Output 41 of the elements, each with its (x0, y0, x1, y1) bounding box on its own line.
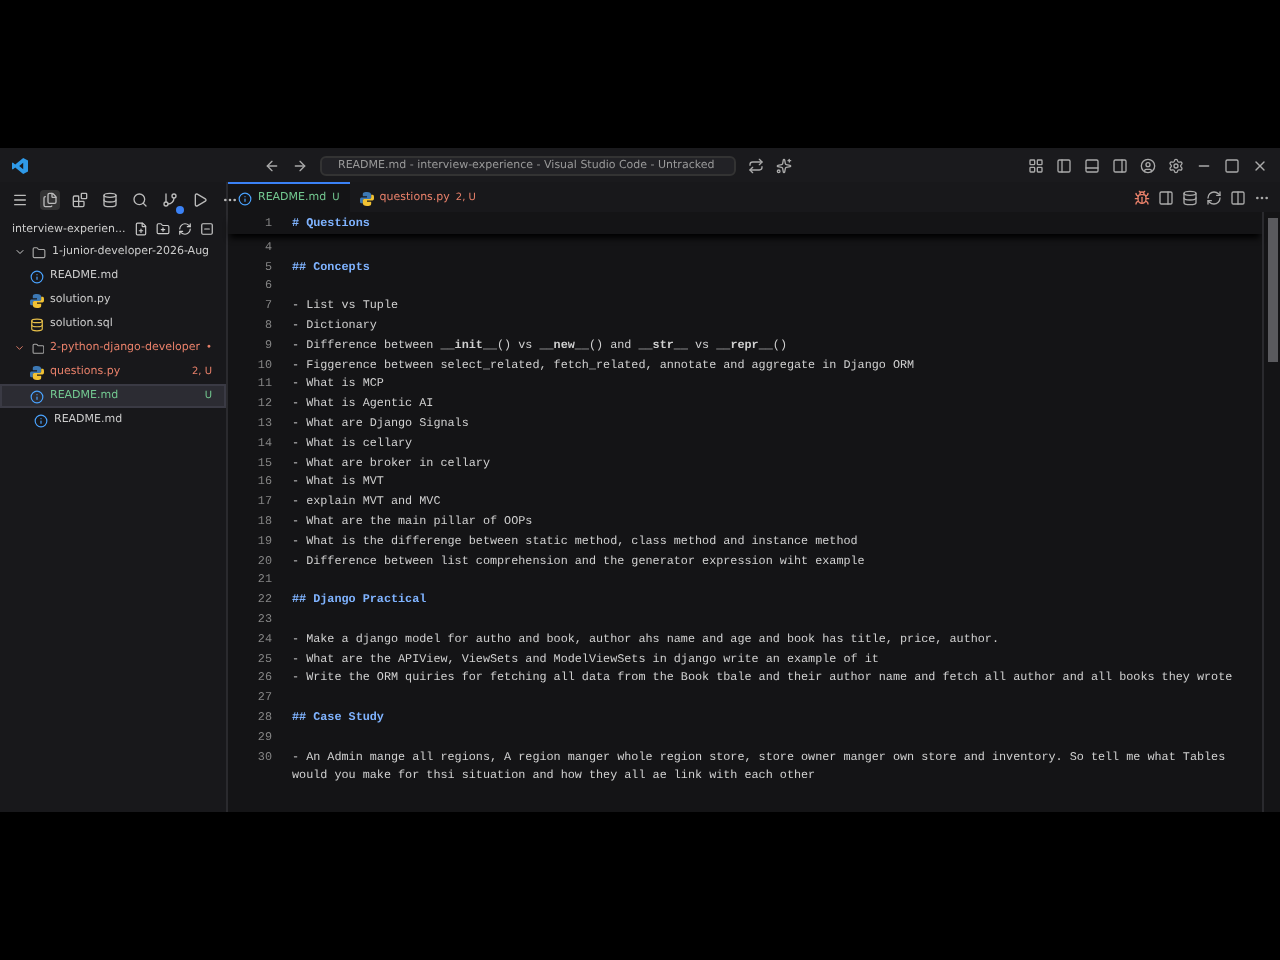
collapse-icon[interactable] (200, 222, 214, 236)
python-icon (30, 293, 44, 307)
forward-button[interactable] (292, 157, 308, 173)
split-editor-icon[interactable] (1230, 189, 1246, 205)
maximize-button[interactable] (1224, 157, 1240, 173)
info-icon (30, 389, 44, 403)
sparkle-icon[interactable] (776, 157, 792, 173)
refresh-icon[interactable] (1206, 189, 1222, 205)
database-icon[interactable] (1182, 189, 1198, 205)
python-icon (30, 365, 44, 379)
info-icon (30, 269, 44, 283)
toggle-panel-icon[interactable] (1084, 157, 1100, 173)
new-folder-icon[interactable] (156, 222, 170, 236)
close-button[interactable] (1252, 157, 1268, 173)
search-icon[interactable] (132, 192, 148, 208)
info-icon (34, 413, 48, 427)
scrollbar-thumb[interactable] (1267, 218, 1277, 362)
info-icon (238, 191, 252, 205)
extensions-icon[interactable] (72, 192, 88, 208)
database-icon[interactable] (102, 192, 118, 208)
editor-logo-icon (12, 157, 28, 173)
toggle-sidebar-icon[interactable] (1056, 157, 1072, 173)
source-control-icon[interactable] (162, 192, 178, 208)
menu-icon[interactable] (12, 192, 28, 208)
database-icon (30, 317, 44, 331)
open-preview-icon[interactable] (1158, 189, 1174, 205)
settings-icon[interactable] (1168, 157, 1184, 173)
notification-dot (176, 206, 184, 214)
folder-icon (32, 245, 46, 259)
python-icon (359, 191, 374, 205)
new-file-icon[interactable] (134, 222, 148, 236)
back-button[interactable] (264, 157, 280, 173)
folder-icon (31, 341, 44, 355)
refresh-icon[interactable] (178, 222, 192, 236)
run-icon[interactable] (192, 192, 208, 208)
account-icon[interactable] (1140, 157, 1156, 173)
layout-icon[interactable] (1028, 157, 1044, 173)
explorer-icon[interactable] (42, 192, 58, 208)
sync-icon[interactable] (748, 157, 764, 173)
bug-icon[interactable] (1134, 189, 1150, 205)
toggle-secondary-sidebar-icon[interactable] (1112, 157, 1128, 173)
